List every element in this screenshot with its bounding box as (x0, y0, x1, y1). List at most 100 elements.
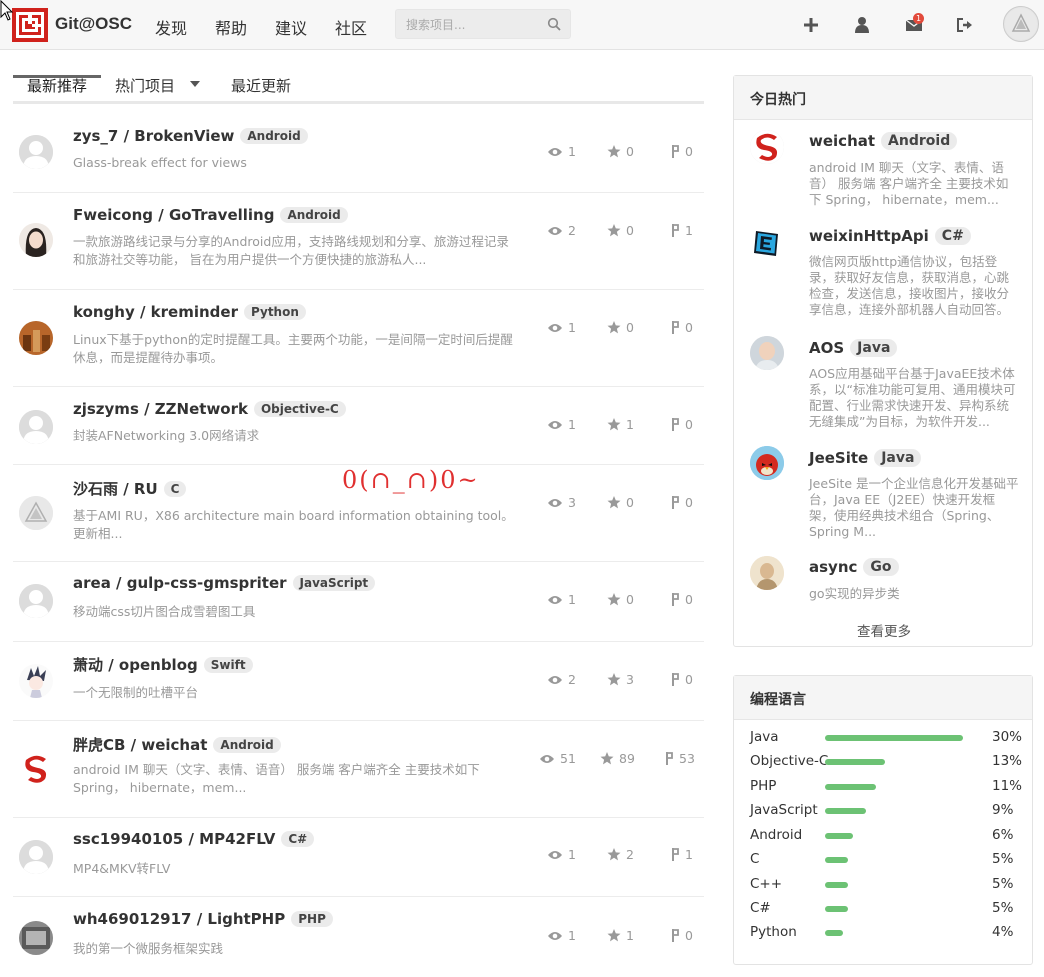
language-tag[interactable]: C (163, 481, 187, 497)
project-title[interactable]: zjszyms / ZZNetwork Objective-C (73, 400, 346, 418)
avatar[interactable] (750, 130, 784, 164)
project-name[interactable]: ssc19940105 / MP42FLV (73, 830, 275, 848)
nav-suggest[interactable]: 建议 (275, 15, 307, 39)
project-title[interactable]: zys_7 / BrokenView Android (73, 127, 308, 145)
avatar[interactable] (750, 446, 784, 480)
language-name[interactable]: Java (750, 729, 779, 745)
language-tag[interactable]: JavaScript (292, 575, 376, 591)
nav-help[interactable]: 帮助 (215, 15, 247, 39)
language-row[interactable]: Objective-C 13% (750, 753, 1022, 773)
language-name[interactable]: C++ (750, 876, 782, 892)
language-tag[interactable]: Java (874, 449, 922, 467)
nav-community[interactable]: 社区 (335, 15, 367, 39)
language-tag[interactable]: Android (213, 737, 281, 753)
chevron-down-icon[interactable] (190, 81, 200, 87)
list-item[interactable]: zys_7 / BrokenView Android Glass-break ef… (13, 113, 704, 193)
list-item[interactable]: zjszyms / ZZNetwork Objective-C 封装AFNetwo… (13, 387, 704, 465)
avatar[interactable] (19, 921, 53, 955)
list-item[interactable]: 胖虎CB / weichat Android android IM 聊天（文字、表… (13, 721, 704, 818)
list-item[interactable]: Fweicong / GoTravelling Android 一款旅游路线记录与… (13, 193, 704, 290)
project-name[interactable]: 沙石雨 / RU (73, 480, 158, 498)
language-name[interactable]: C# (750, 900, 771, 916)
brand-name[interactable]: Git@OSC (55, 14, 132, 34)
project-name[interactable]: area / gulp-css-gmspriter (73, 574, 287, 592)
language-tag[interactable]: Android (240, 128, 308, 144)
user-icon[interactable] (852, 15, 872, 35)
tab-latest[interactable]: 最新推荐 (27, 75, 87, 96)
list-item[interactable]: ssc19940105 / MP42FLV C# MP4&MKV转FLV 1 2 … (13, 818, 704, 897)
project-name[interactable]: 胖虎CB / weichat (73, 736, 207, 754)
hot-item-name[interactable]: AOS (809, 339, 844, 357)
project-name[interactable]: Fweicong / GoTravelling (73, 206, 274, 224)
project-title[interactable]: wh469012917 / LightPHP PHP (73, 910, 333, 928)
tab-hot[interactable]: 热门项目 (115, 75, 175, 96)
language-name[interactable]: Objective-C (750, 753, 828, 769)
user-avatar[interactable] (1003, 6, 1039, 42)
language-row[interactable]: C# 5% (750, 900, 1020, 920)
avatar[interactable] (750, 336, 784, 370)
language-row[interactable]: PHP 11% (750, 778, 1022, 798)
view-more-link[interactable]: 查看更多 (734, 620, 1034, 640)
language-row[interactable]: JavaScript 9% (750, 802, 1020, 822)
list-item[interactable]: konghy / kreminder Python Linux下基于python的… (13, 290, 704, 387)
git-osc-logo[interactable] (12, 8, 48, 42)
hot-item-name[interactable]: async (809, 558, 857, 576)
language-name[interactable]: Android (750, 827, 802, 843)
language-row[interactable]: Java 30% (750, 729, 1022, 749)
hot-item-title[interactable]: JeeSite Java (809, 449, 922, 467)
list-item[interactable]: 萧动 / openblog Swift 一个无限制的吐槽平台 2 3 0 (13, 642, 704, 721)
hot-item-title[interactable]: weichat Android (809, 132, 958, 150)
project-title[interactable]: 沙石雨 / RU C (73, 478, 187, 499)
avatar[interactable] (19, 584, 53, 618)
language-tag[interactable]: Go (863, 558, 899, 576)
plus-icon[interactable] (801, 15, 821, 35)
language-tag[interactable]: Python (243, 304, 306, 320)
language-row[interactable]: C 5% (750, 851, 1020, 871)
nav-discover[interactable]: 发现 (155, 15, 187, 39)
language-name[interactable]: Python (750, 924, 797, 940)
language-tag[interactable]: C# (281, 831, 315, 847)
tab-recent[interactable]: 最近更新 (231, 75, 291, 96)
language-row[interactable]: Android 6% (750, 827, 1020, 847)
language-tag[interactable]: Java (850, 339, 898, 357)
language-row[interactable]: Python 4% (750, 924, 1020, 944)
project-title[interactable]: area / gulp-css-gmspriter JavaScript (73, 574, 376, 592)
language-tag[interactable]: Swift (203, 657, 253, 673)
language-tag[interactable]: PHP (291, 911, 333, 927)
language-name[interactable]: JavaScript (750, 802, 818, 818)
avatar[interactable] (750, 226, 784, 260)
language-tag[interactable]: C# (934, 227, 971, 245)
hot-item-title[interactable]: weixinHttpApi C# (809, 227, 971, 245)
avatar[interactable] (19, 664, 53, 698)
project-name[interactable]: zys_7 / BrokenView (73, 127, 234, 145)
project-name[interactable]: zjszyms / ZZNetwork (73, 400, 248, 418)
project-name[interactable]: wh469012917 / LightPHP (73, 910, 285, 928)
avatar[interactable] (19, 496, 53, 530)
avatar[interactable] (19, 135, 53, 169)
hot-item-name[interactable]: JeeSite (809, 449, 868, 467)
language-tag[interactable]: Android (280, 207, 348, 223)
search-icon[interactable] (547, 17, 561, 31)
language-name[interactable]: PHP (750, 778, 776, 794)
project-title[interactable]: ssc19940105 / MP42FLV C# (73, 830, 315, 848)
project-title[interactable]: Fweicong / GoTravelling Android (73, 206, 348, 224)
hot-item-title[interactable]: async Go (809, 558, 899, 576)
language-tag[interactable]: Objective-C (253, 401, 346, 417)
list-item[interactable]: area / gulp-css-gmspriter JavaScript 移动端c… (13, 562, 704, 642)
avatar[interactable] (19, 840, 53, 874)
project-title[interactable]: konghy / kreminder Python (73, 303, 306, 321)
project-title[interactable]: 胖虎CB / weichat Android (73, 734, 281, 755)
hot-item-name[interactable]: weichat (809, 132, 875, 150)
avatar[interactable] (19, 410, 53, 444)
project-title[interactable]: 萧动 / openblog Swift (73, 654, 253, 675)
logout-icon[interactable] (955, 15, 975, 35)
list-item[interactable]: wh469012917 / LightPHP PHP 我的第一个微服务框架实践 1… (13, 897, 704, 977)
hot-item-title[interactable]: AOS Java (809, 339, 898, 357)
avatar[interactable] (750, 556, 784, 590)
avatar[interactable] (19, 752, 53, 786)
language-name[interactable]: C (750, 851, 759, 867)
language-tag[interactable]: Android (881, 132, 958, 150)
project-name[interactable]: 萧动 / openblog (73, 656, 198, 674)
avatar[interactable] (19, 321, 53, 355)
language-row[interactable]: C++ 5% (750, 876, 1020, 896)
